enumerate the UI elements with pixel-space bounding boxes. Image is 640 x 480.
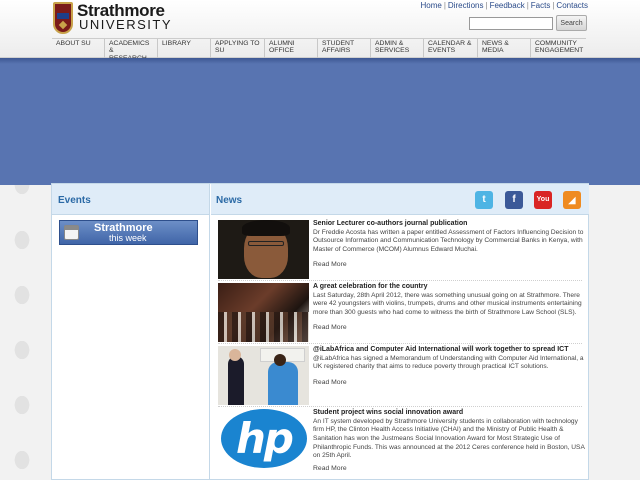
directions-link[interactable]: Directions: [448, 1, 484, 10]
news-text: Student project wins social innovation a…: [313, 409, 589, 461]
crest-emblem: [58, 20, 68, 30]
search-input[interactable]: [469, 17, 553, 30]
nav-label: Admin &: [375, 40, 404, 47]
news-thumbnail-lecturer[interactable]: [218, 220, 309, 279]
link-separator: |: [443, 1, 446, 10]
banner-shadow: [0, 58, 640, 64]
link-separator: |: [485, 1, 488, 10]
news-heading: News: [216, 195, 243, 206]
nav-label: News &: [482, 40, 509, 47]
news-title[interactable]: @iLabAfrica and Computer Aid Internation…: [313, 346, 589, 355]
nav-label: Applying to: [215, 40, 260, 47]
news-heading-bar: [211, 184, 589, 215]
nav-item-about[interactable]: About SU: [52, 39, 105, 59]
events-column: Events Strathmore this week: [52, 184, 210, 480]
news-title[interactable]: Student project wins social innovation a…: [313, 409, 589, 418]
news-title[interactable]: A great celebration for the country: [313, 283, 589, 292]
news-text: Senior Lecturer co-authors journal publi…: [313, 220, 589, 255]
news-column: News t f You ◢ Senior Lecturer co-author…: [211, 184, 589, 480]
nav-item-news-media[interactable]: News & Media: [478, 39, 531, 59]
logo-wordmark-bottom[interactable]: UNIVERSITY: [79, 17, 172, 32]
nav-label: Calendar &: [428, 40, 472, 47]
news-divider: [218, 343, 582, 344]
nav-item-alumni[interactable]: Alumni Office: [265, 39, 318, 59]
facts-link[interactable]: Facts: [531, 1, 551, 10]
nav-item-academics[interactable]: Academics &Research: [105, 39, 158, 62]
events-heading: Events: [52, 184, 209, 215]
news-item: Senior Lecturer co-authors journal publi…: [218, 220, 583, 280]
home-link[interactable]: Home: [420, 1, 441, 10]
strathmore-this-week-button[interactable]: Strathmore this week: [59, 220, 198, 245]
person-right: [268, 362, 298, 405]
news-summary: @iLabAfrica has signed a Memorandum of U…: [313, 354, 584, 371]
contacts-link[interactable]: Contacts: [556, 1, 588, 10]
news-thumbnail-hp[interactable]: hp: [218, 409, 309, 468]
news-item: hp Student project wins social innovatio…: [218, 409, 585, 475]
hp-logo: hp: [221, 409, 307, 468]
twitter-icon[interactable]: t: [475, 191, 493, 209]
news-divider: [218, 280, 582, 281]
nav-item-library[interactable]: Library: [158, 39, 211, 59]
link-separator: |: [552, 1, 555, 10]
nav-item-admin[interactable]: Admin & Services: [371, 39, 424, 59]
news-item: @iLabAfrica and Computer Aid Internation…: [218, 346, 584, 406]
rss-icon[interactable]: ◢: [563, 191, 581, 209]
portrait-hair: [242, 220, 290, 236]
news-item: A great celebration for the country Last…: [218, 283, 583, 343]
week-button-subtitle: this week: [109, 233, 147, 243]
portrait-glasses: [248, 241, 284, 246]
site-header: Strathmore UNIVERSITY Home | Directions | Fe…: [0, 0, 640, 62]
news-summary: Last Saturday, 28th April 2012, there wa…: [313, 291, 582, 316]
news-summary: An IT system developed by Strathmore Uni…: [313, 417, 585, 460]
read-more-link[interactable]: Read More: [313, 465, 347, 472]
nav-item-community[interactable]: Community Engagement: [531, 39, 586, 59]
news-thumbnail-celebration[interactable]: [218, 283, 309, 342]
nav-label: Community: [535, 40, 577, 47]
hero-banner: [0, 58, 640, 185]
news-summary: Dr Freddie Acosta has written a paper en…: [313, 228, 584, 253]
nav-item-student-affairs[interactable]: Student Affairs: [318, 39, 371, 59]
nav-label-line2: SU: [215, 47, 225, 55]
news-divider: [218, 406, 582, 407]
nav-label-line2: Office: [269, 47, 294, 55]
read-more-link[interactable]: Read More: [313, 324, 347, 331]
main-navigation: About SU Academics &Research Library App…: [52, 38, 586, 62]
crest-band: [57, 13, 69, 19]
nav-label-line2: Engagement: [535, 47, 584, 55]
nav-item-applying[interactable]: Applying to SU: [211, 39, 265, 59]
utility-links: Home | Directions | Feedback | Facts | Contacts: [420, 1, 588, 10]
person-left-head: [229, 349, 241, 361]
news-title[interactable]: Senior Lecturer co-authors journal publi…: [313, 220, 589, 229]
feedback-link[interactable]: Feedback: [490, 1, 525, 10]
read-more-link[interactable]: Read More: [313, 261, 347, 268]
nav-item-calendar[interactable]: Calendar & Events: [424, 39, 478, 59]
news-text: A great celebration for the country Last…: [313, 283, 589, 318]
nav-label-line2: Events: [428, 47, 456, 55]
person-left: [228, 356, 244, 405]
nav-label: Student: [322, 40, 355, 47]
nav-label-line2: Affairs: [322, 47, 351, 55]
person-right-head: [274, 354, 286, 366]
read-more-link[interactable]: Read More: [313, 379, 347, 386]
nav-label: Academics &: [109, 40, 150, 55]
calendar-icon: [64, 225, 79, 240]
crowd-image: [218, 312, 309, 342]
nav-label: About SU: [56, 40, 91, 47]
nav-label-line2: Services: [375, 47, 410, 55]
nav-label: Alumni: [269, 40, 295, 47]
university-crest-logo[interactable]: [53, 2, 73, 34]
search-button[interactable]: Search: [556, 15, 587, 31]
link-separator: |: [526, 1, 529, 10]
news-text: @iLabAfrica and Computer Aid Internation…: [313, 346, 589, 372]
youtube-icon[interactable]: You: [534, 191, 552, 209]
news-thumbnail-ilabafrica[interactable]: [218, 346, 309, 405]
content-panel: Events Strathmore this week News t f You…: [51, 183, 589, 480]
nav-label: Library: [162, 40, 191, 47]
facebook-icon[interactable]: f: [505, 191, 523, 209]
nav-label-line2: Media: [482, 47, 504, 55]
